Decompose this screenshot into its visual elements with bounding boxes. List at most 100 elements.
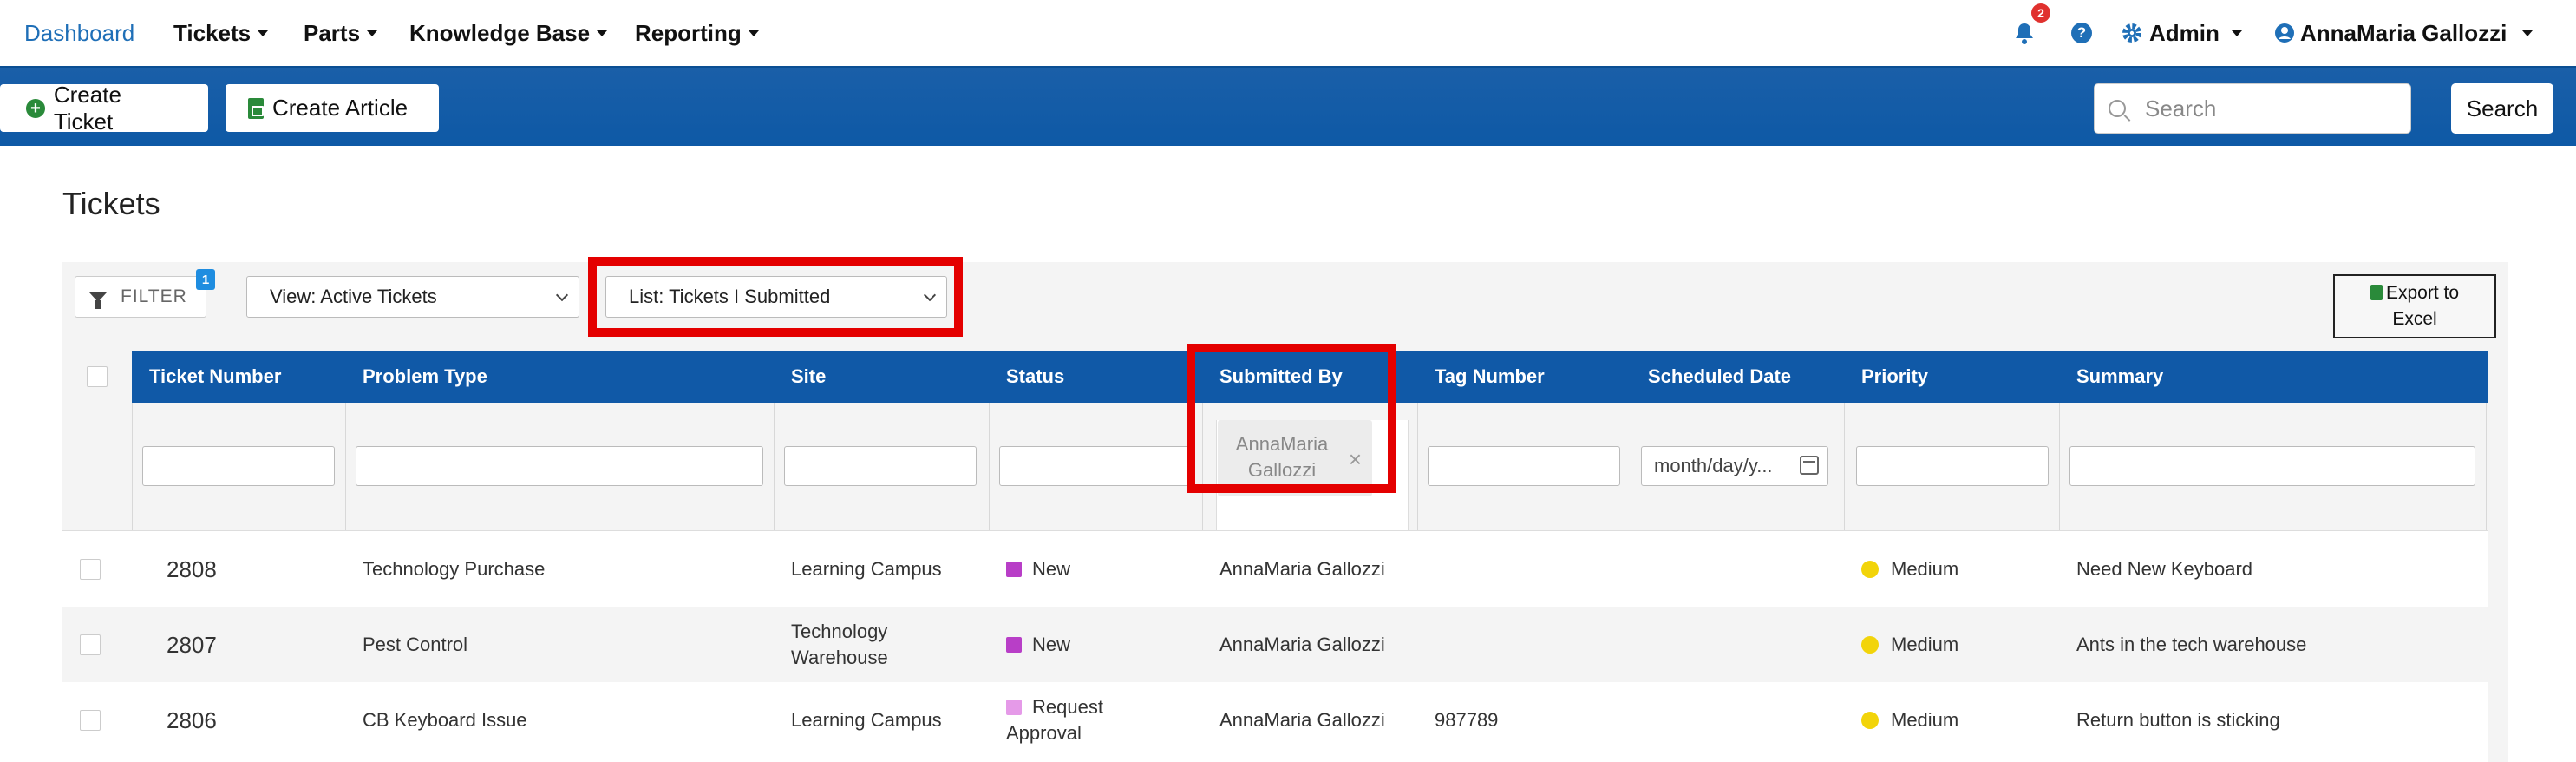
priority-cell: Medium	[1861, 607, 1958, 682]
filter-button[interactable]: FILTER	[75, 276, 206, 318]
page-title: Tickets	[62, 186, 160, 221]
nav-parts-label: Parts	[304, 19, 361, 46]
problem-type-cell: CB Keyboard Issue	[363, 708, 527, 731]
table-header: Ticket Number Problem Type Site Status S…	[62, 351, 2488, 403]
site-cell: Learning Campus	[791, 531, 942, 607]
ticket-number-cell[interactable]: 2806	[167, 682, 217, 758]
submitted-by-cell: AnnaMaria Gallozzi	[1219, 557, 1385, 580]
status-color-swatch	[1006, 636, 1022, 653]
priority-cell: Medium	[1861, 531, 1958, 607]
nav-knowledge-base-label: Knowledge Base	[409, 19, 591, 46]
column-header-summary[interactable]: Summary	[2076, 351, 2163, 403]
document-plus-icon	[248, 97, 264, 119]
table-row[interactable]: 2807 Pest Control Technology Warehouse N…	[62, 607, 2488, 682]
column-header-status[interactable]: Status	[1006, 351, 1064, 403]
nav-knowledge-base-menu[interactable]: Knowledge Base	[409, 0, 608, 66]
submitted-by-tag-line1: AnnaMaria	[1235, 433, 1329, 455]
status-text-line2: Approval	[1006, 721, 1082, 744]
summary-filter-input[interactable]	[2069, 446, 2475, 486]
nav-tickets-menu[interactable]: Tickets	[173, 0, 269, 66]
funnel-icon	[89, 292, 107, 309]
chevron-down-icon	[597, 30, 608, 36]
nav-tickets-label: Tickets	[173, 19, 252, 46]
nav-parts-menu[interactable]: Parts	[304, 0, 378, 66]
nav-user-label: AnnaMaria Gallozzi	[2300, 19, 2507, 46]
date-placeholder: month/day/y...	[1654, 455, 1773, 476]
search-placeholder: Search	[2145, 95, 2217, 122]
user-icon	[2275, 23, 2294, 43]
search-input[interactable]: Search	[2094, 83, 2411, 134]
list-select[interactable]: List: Tickets I Submitted	[605, 276, 947, 318]
help-button[interactable]: ?	[2071, 0, 2092, 66]
export-label-line1: Export to	[2385, 283, 2460, 303]
site-cell: Learning Campus	[791, 682, 942, 758]
site-cell: Technology Warehouse	[791, 607, 888, 682]
create-article-label: Create Article	[272, 95, 409, 121]
row-checkbox[interactable]	[80, 709, 101, 731]
create-article-button[interactable]: Create Article	[226, 84, 439, 132]
view-select[interactable]: View: Active Tickets	[246, 276, 579, 318]
search-button[interactable]: Search	[2451, 83, 2553, 134]
notifications-button[interactable]: 2	[2014, 0, 2050, 66]
submitted-by-cell: AnnaMaria Gallozzi	[1219, 708, 1385, 731]
status-text: New	[1032, 557, 1071, 580]
row-checkbox[interactable]	[80, 558, 101, 580]
export-to-excel-button[interactable]: Export to Excel	[2333, 274, 2496, 338]
problem-type-filter-input[interactable]	[356, 446, 763, 486]
column-header-site[interactable]: Site	[791, 351, 826, 403]
problem-type-cell: Technology Purchase	[363, 557, 546, 580]
nav-dashboard-link[interactable]: Dashboard	[24, 0, 134, 66]
remove-tag-icon[interactable]: ×	[1349, 446, 1362, 472]
ticket-number-filter-input[interactable]	[142, 446, 335, 486]
create-ticket-button[interactable]: + Create Ticket	[0, 82, 208, 135]
filter-count-badge: 1	[196, 269, 215, 290]
chevron-down-icon	[923, 288, 937, 302]
column-header-tag-number[interactable]: Tag Number	[1435, 351, 1545, 403]
status-cell: New	[1006, 607, 1070, 682]
view-select-value: View: Active Tickets	[270, 286, 437, 307]
column-header-submitted-by[interactable]: Submitted By	[1219, 351, 1343, 403]
table-row[interactable]: 2808 Technology Purchase Learning Campus…	[62, 531, 2488, 607]
summary-cell: Need New Keyboard	[2076, 557, 2253, 580]
row-checkbox[interactable]	[80, 634, 101, 655]
column-header-problem-type[interactable]: Problem Type	[363, 351, 487, 403]
nav-admin-menu[interactable]: Admin	[2122, 0, 2242, 66]
calendar-icon[interactable]	[1800, 456, 1819, 475]
priority-filter-input[interactable]	[1856, 446, 2049, 486]
column-header-scheduled-date[interactable]: Scheduled Date	[1648, 351, 1791, 403]
status-filter-input[interactable]	[999, 446, 1192, 486]
column-header-priority[interactable]: Priority	[1861, 351, 1928, 403]
nav-reporting-label: Reporting	[635, 19, 742, 46]
excel-file-icon	[2370, 285, 2383, 300]
select-all-checkbox[interactable]	[87, 366, 108, 387]
priority-dot	[1861, 711, 1879, 729]
status-color-swatch	[1006, 699, 1022, 715]
priority-text: Medium	[1891, 557, 1959, 580]
question-icon: ?	[2071, 23, 2092, 43]
select-all-cell	[62, 351, 132, 403]
nav-reporting-menu[interactable]: Reporting	[635, 0, 759, 66]
tag-number-filter-input[interactable]	[1428, 446, 1620, 486]
nav-user-menu[interactable]: AnnaMaria Gallozzi	[2274, 0, 2534, 66]
priority-dot	[1861, 635, 1879, 654]
row-checkbox-cell	[80, 607, 101, 682]
row-checkbox-cell	[80, 531, 101, 607]
status-text: New	[1032, 633, 1071, 655]
search-icon	[2109, 100, 2126, 117]
ticket-number-cell[interactable]: 2808	[167, 531, 217, 607]
export-label-line2: Excel	[2392, 309, 2437, 329]
ticket-number-cell[interactable]: 2807	[167, 607, 217, 682]
row-checkbox-cell	[80, 682, 101, 758]
filter-label: FILTER	[121, 286, 187, 306]
chevron-down-icon	[2231, 30, 2242, 36]
submitted-by-tag-line2: Gallozzi	[1247, 459, 1317, 481]
site-line1: Learning Campus	[791, 708, 942, 731]
problem-type-cell: Pest Control	[363, 633, 468, 655]
column-header-ticket-number[interactable]: Ticket Number	[149, 351, 281, 403]
status-cell: New	[1006, 531, 1070, 607]
table-row[interactable]: 2806 CB Keyboard Issue Learning Campus R…	[62, 682, 2488, 762]
site-filter-input[interactable]	[784, 446, 977, 486]
status-color-swatch	[1006, 561, 1022, 577]
grid-toolbar: FILTER 1 View: Active Tickets List: Tick…	[62, 262, 2508, 351]
scheduled-date-filter-input[interactable]: month/day/y...	[1641, 446, 1828, 486]
